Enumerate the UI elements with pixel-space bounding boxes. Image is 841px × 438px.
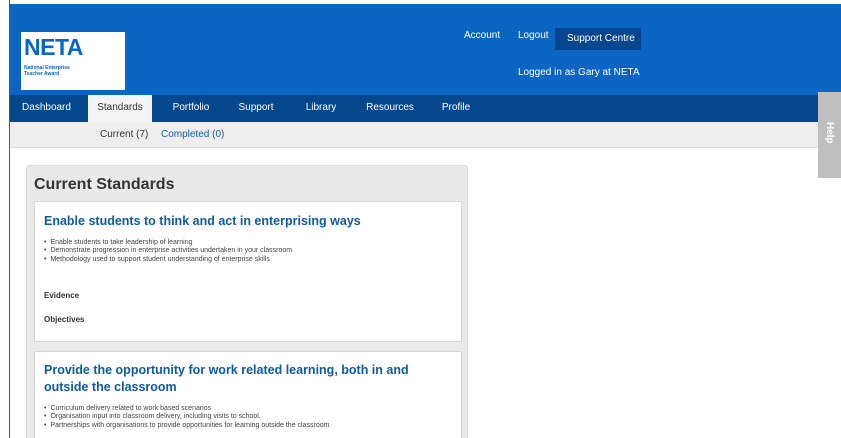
standard-bullets: Enable students to take leadership of le… — [44, 239, 292, 264]
objectives-toggle[interactable]: Objectives — [44, 315, 84, 324]
bullet-item: Methodology used to support student unde… — [44, 256, 292, 264]
support-centre-button[interactable]: Support Centre — [555, 28, 641, 50]
nav-tab-portfolio[interactable]: Portfolio — [161, 95, 221, 122]
logged-in-status: Logged in as Gary at NETA — [518, 67, 640, 78]
neta-logo[interactable]: NETA National Enterprise Teacher Award — [21, 32, 125, 90]
bullet-item: Enable students to take leadership of le… — [44, 239, 292, 247]
nav-tab-dashboard[interactable]: Dashboard — [10, 95, 83, 122]
main-nav: Dashboard Standards Portfolio Support Li… — [10, 95, 841, 122]
help-tab-label: Help — [824, 122, 835, 144]
nav-tab-profile[interactable]: Profile — [430, 95, 482, 122]
bullet-item: Curriculum delivery related to work base… — [44, 405, 329, 413]
logo-wordmark: NETA — [24, 34, 83, 60]
current-standards-panel: Current Standards Enable students to thi… — [26, 165, 468, 438]
bullet-item: Partnerships with organisations to provi… — [44, 422, 329, 430]
standard-card: Enable students to think and act in ente… — [34, 201, 462, 342]
nav-tab-resources[interactable]: Resources — [359, 95, 421, 122]
subnav-completed[interactable]: Completed (0) — [161, 129, 224, 140]
bullet-item: Demonstrate progression in enterprise ac… — [44, 247, 292, 255]
help-tab[interactable]: Help — [818, 92, 841, 178]
standard-title[interactable]: Enable students to think and act in ente… — [44, 213, 444, 230]
standard-bullets: Curriculum delivery related to work base… — [44, 405, 329, 430]
sub-nav: Current (7) Completed (0) — [10, 122, 841, 148]
site-header: NETA National Enterprise Teacher Award A… — [10, 4, 841, 95]
account-link[interactable]: Account — [464, 30, 500, 41]
logo-subtitle: National Enterprise Teacher Award — [24, 65, 70, 77]
bullet-item: Organisation input into classroom delive… — [44, 413, 329, 421]
evidence-toggle[interactable]: Evidence — [44, 291, 79, 300]
nav-tab-support[interactable]: Support — [228, 95, 284, 122]
logout-link[interactable]: Logout — [518, 30, 549, 41]
standard-card: Provide the opportunity for work related… — [34, 351, 462, 438]
subnav-current[interactable]: Current (7) — [100, 129, 148, 140]
panel-title: Current Standards — [34, 176, 175, 193]
standard-title[interactable]: Provide the opportunity for work related… — [44, 362, 454, 396]
nav-tab-standards[interactable]: Standards — [88, 95, 152, 122]
nav-tab-library[interactable]: Library — [294, 95, 348, 122]
